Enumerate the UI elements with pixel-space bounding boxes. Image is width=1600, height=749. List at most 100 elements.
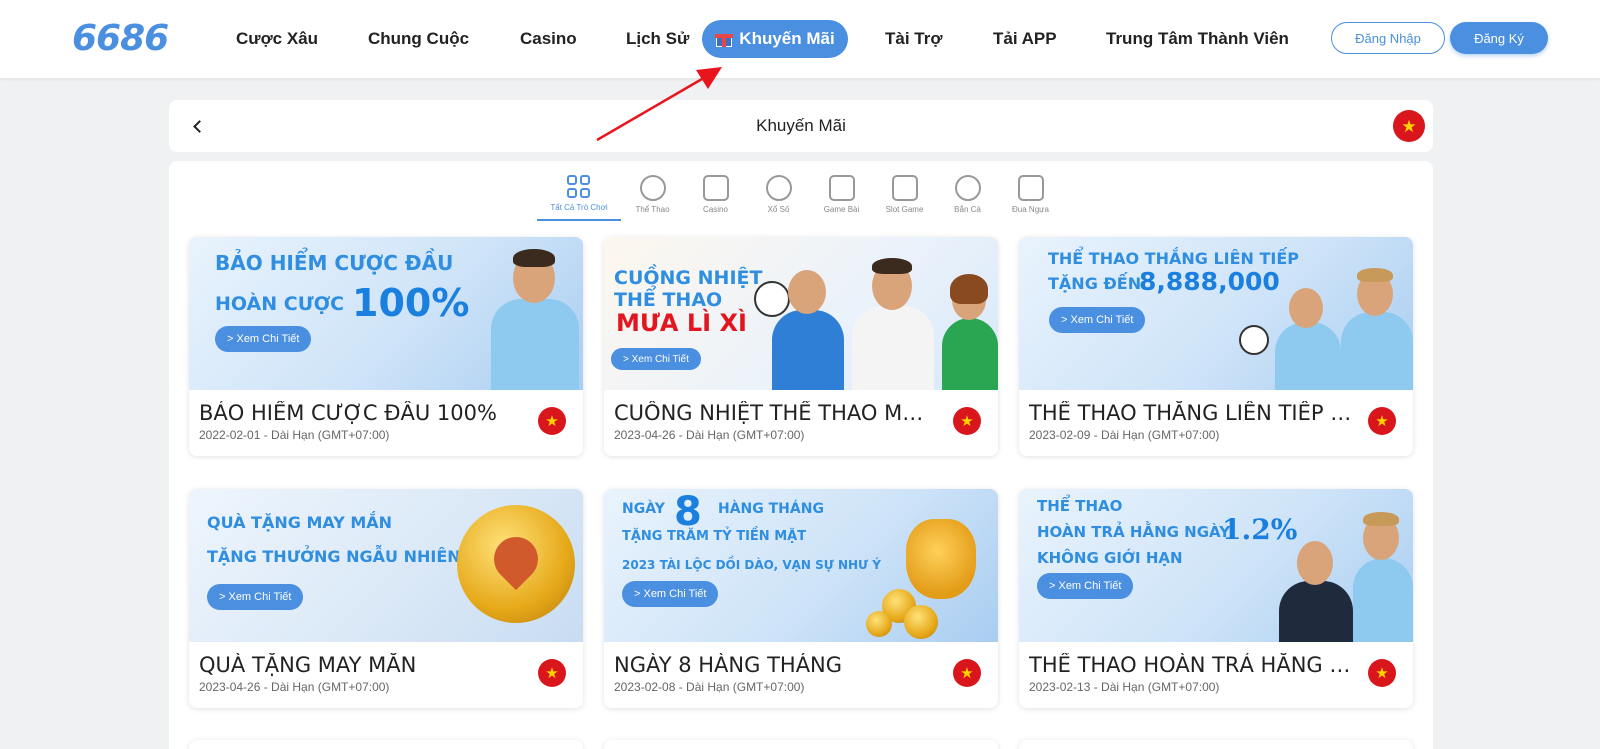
fish-icon [954,175,981,201]
banner-line: HOÀN TRẢ HẰNG NGÀY [1037,523,1231,541]
football-image [1239,325,1269,355]
tab-label: Slot Game [885,205,924,214]
nav-lich-su[interactable]: Lịch Sử [626,29,689,49]
tab-lottery[interactable]: Xổ Số [747,169,810,221]
category-tabs: Tất Cả Trò Chơi Thể Thao Casino Xổ Số Ga… [537,169,1062,221]
login-button[interactable]: Đăng Nhập [1331,22,1445,54]
tab-card-games[interactable]: Game Bài [810,169,873,221]
player-image [483,237,583,390]
tab-slot-game[interactable]: Slot Game [873,169,936,221]
nav-member-center[interactable]: Trung Tâm Thành Viên [1106,29,1289,49]
player-image [1351,502,1413,642]
promo-banner: BẢO HIỂM CƯỢC ĐẦU HOÀN CƯỢC 100% > Xem C… [189,237,583,390]
banner-line: MƯA LÌ XÌ [616,309,747,337]
promo-date: 2023-04-26 - Dài Hạn (GMT+07:00) [614,428,805,442]
fan-image [848,250,938,390]
promo-banner: NGÀY 8 HÀNG THÁNG TẶNG TRĂM TỶ TIỀN MẶT … [604,489,998,642]
page-header: Khuyến Mãi ★ [169,100,1433,152]
view-detail-button[interactable]: > Xem Chi Tiết [207,584,304,610]
banner-line: NGÀY [622,501,665,517]
banner-line: TẶNG ĐẾN [1048,274,1142,293]
nav-khuyen-mai-label: Khuyến Mãi [739,29,835,48]
vietnam-flag-icon: ★ [1368,407,1396,435]
promo-card[interactable] [1019,740,1413,749]
lottery-icon [765,175,792,201]
banner-line: BẢO HIỂM CƯỢC ĐẦU [215,251,454,275]
tab-sports[interactable]: Thể Thao [621,169,684,221]
tab-label: Thể Thao [635,205,670,214]
nav-khuyen-mai[interactable]: Khuyến Mãi [702,20,848,58]
gift-icon [715,31,734,47]
view-detail-button[interactable]: > Xem Chi Tiết [215,326,312,352]
nav-casino[interactable]: Casino [520,29,577,49]
promo-date: 2023-02-09 - Dài Hạn (GMT+07:00) [1029,428,1220,442]
banner-line: CUỒNG NHIỆT [614,267,763,289]
money-bag-image [906,519,976,599]
fan-image [940,270,998,390]
tab-horse-racing[interactable]: Đua Ngựa [999,169,1062,221]
banner-line: TẶNG THƯỞNG NGẪU NHIÊN [207,547,461,566]
view-detail-button[interactable]: > Xem Chi Tiết [1049,307,1146,333]
view-detail-button[interactable]: > Xem Chi Tiết [622,581,719,607]
promo-banner: THỂ THAO HOÀN TRẢ HẰNG NGÀY 1.2% KHÔNG G… [1019,489,1413,642]
promo-card[interactable]: BẢO HIỂM CƯỢC ĐẦU HOÀN CƯỢC 100% > Xem C… [189,237,583,456]
tab-fishing[interactable]: Bắn Cá [936,169,999,221]
cards-icon [702,175,729,201]
nav-tai-tro[interactable]: Tài Trợ [885,29,942,49]
promo-banner: CUỒNG NHIỆT THỂ THAO MƯA LÌ XÌ > Xem Chi… [604,237,998,390]
banner-line: THỂ THAO [1037,497,1123,515]
promo-banner: QUÀ TẶNG MAY MẮN TẶNG THƯỞNG NGẪU NHIÊN … [189,489,583,642]
fan-image [768,260,848,390]
view-detail-button[interactable]: > Xem Chi Tiết [611,348,701,370]
promo-banner: THỂ THAO THẮNG LIÊN TIẾP TẶNG ĐẾN 8,888,… [1019,237,1413,390]
nav-tai-app[interactable]: Tải APP [993,29,1057,49]
banner-line: 2023 TÀI LỘC DỒI DÀO, VẠN SỰ NHƯ Ý [622,558,881,572]
promo-card[interactable] [189,740,583,749]
promo-card[interactable]: CUỒNG NHIỆT THỂ THAO MƯA LÌ XÌ > Xem Chi… [604,237,998,456]
promo-card[interactable]: NGÀY 8 HÀNG THÁNG TẶNG TRĂM TỶ TIỀN MẶT … [604,489,998,708]
vietnam-flag-icon: ★ [953,659,981,687]
banner-line: THỂ THAO [614,289,723,311]
player-image [1339,260,1413,390]
banner-highlight: 8,888,000 [1139,267,1280,296]
tab-casino[interactable]: Casino [684,169,747,221]
promo-title: CUỒNG NHIỆT THỂ THAO MƯ… [614,401,940,425]
banner-line: HÀNG THÁNG [718,501,824,517]
player-image [1277,537,1355,642]
banner-line: KHÔNG GIỚI HẠN [1037,549,1183,567]
grid-icon [567,175,591,199]
tab-label: Đua Ngựa [1012,205,1049,214]
tab-all-games[interactable]: Tất Cả Trò Chơi [537,169,621,221]
player-image [1273,280,1343,390]
tab-label: Tất Cả Trò Chơi [550,203,608,212]
promo-date: 2022-02-01 - Dài Hạn (GMT+07:00) [199,428,390,442]
nav-chung-cuoc[interactable]: Chung Cuộc [368,29,469,49]
gold-coin-image [904,605,938,639]
card-game-icon [828,175,855,201]
vietnam-flag-icon: ★ [538,659,566,687]
page-title: Khuyến Mãi [756,116,846,135]
promo-card[interactable] [604,740,998,749]
promo-card[interactable]: THỂ THAO THẮNG LIÊN TIẾP TẶNG ĐẾN 8,888,… [1019,237,1413,456]
banner-highlight: 100% [352,281,470,325]
site-logo[interactable]: 6686 [72,18,169,59]
promo-date: 2023-02-08 - Dài Hạn (GMT+07:00) [614,680,805,694]
vietnam-flag-icon: ★ [538,407,566,435]
banner-line: TẶNG TRĂM TỶ TIỀN MẶT [622,529,807,544]
promo-date: 2023-02-13 - Dài Hạn (GMT+07:00) [1029,680,1220,694]
banner-line: HOÀN CƯỢC [215,293,345,315]
vietnam-flag-icon: ★ [953,407,981,435]
tab-label: Bắn Cá [954,205,981,214]
vietnam-flag-icon[interactable]: ★ [1393,110,1425,142]
register-button[interactable]: Đăng Ký [1450,22,1548,54]
promo-title: QUÀ TẶNG MAY MẮN [199,653,417,677]
tab-label: Game Bài [823,205,860,214]
promo-title: NGÀY 8 HÀNG THÁNG [614,653,843,677]
view-detail-button[interactable]: > Xem Chi Tiết [1037,573,1134,599]
promo-card[interactable]: THỂ THAO HOÀN TRẢ HẰNG NGÀY 1.2% KHÔNG G… [1019,489,1413,708]
promo-card[interactable]: QUÀ TẶNG MAY MẮN TẶNG THƯỞNG NGẪU NHIÊN … [189,489,583,708]
promo-date: 2023-04-26 - Dài Hạn (GMT+07:00) [199,680,390,694]
slot-icon [891,175,918,201]
vietnam-flag-icon: ★ [1368,659,1396,687]
nav-cuoc-xau[interactable]: Cược Xâu [236,29,318,49]
